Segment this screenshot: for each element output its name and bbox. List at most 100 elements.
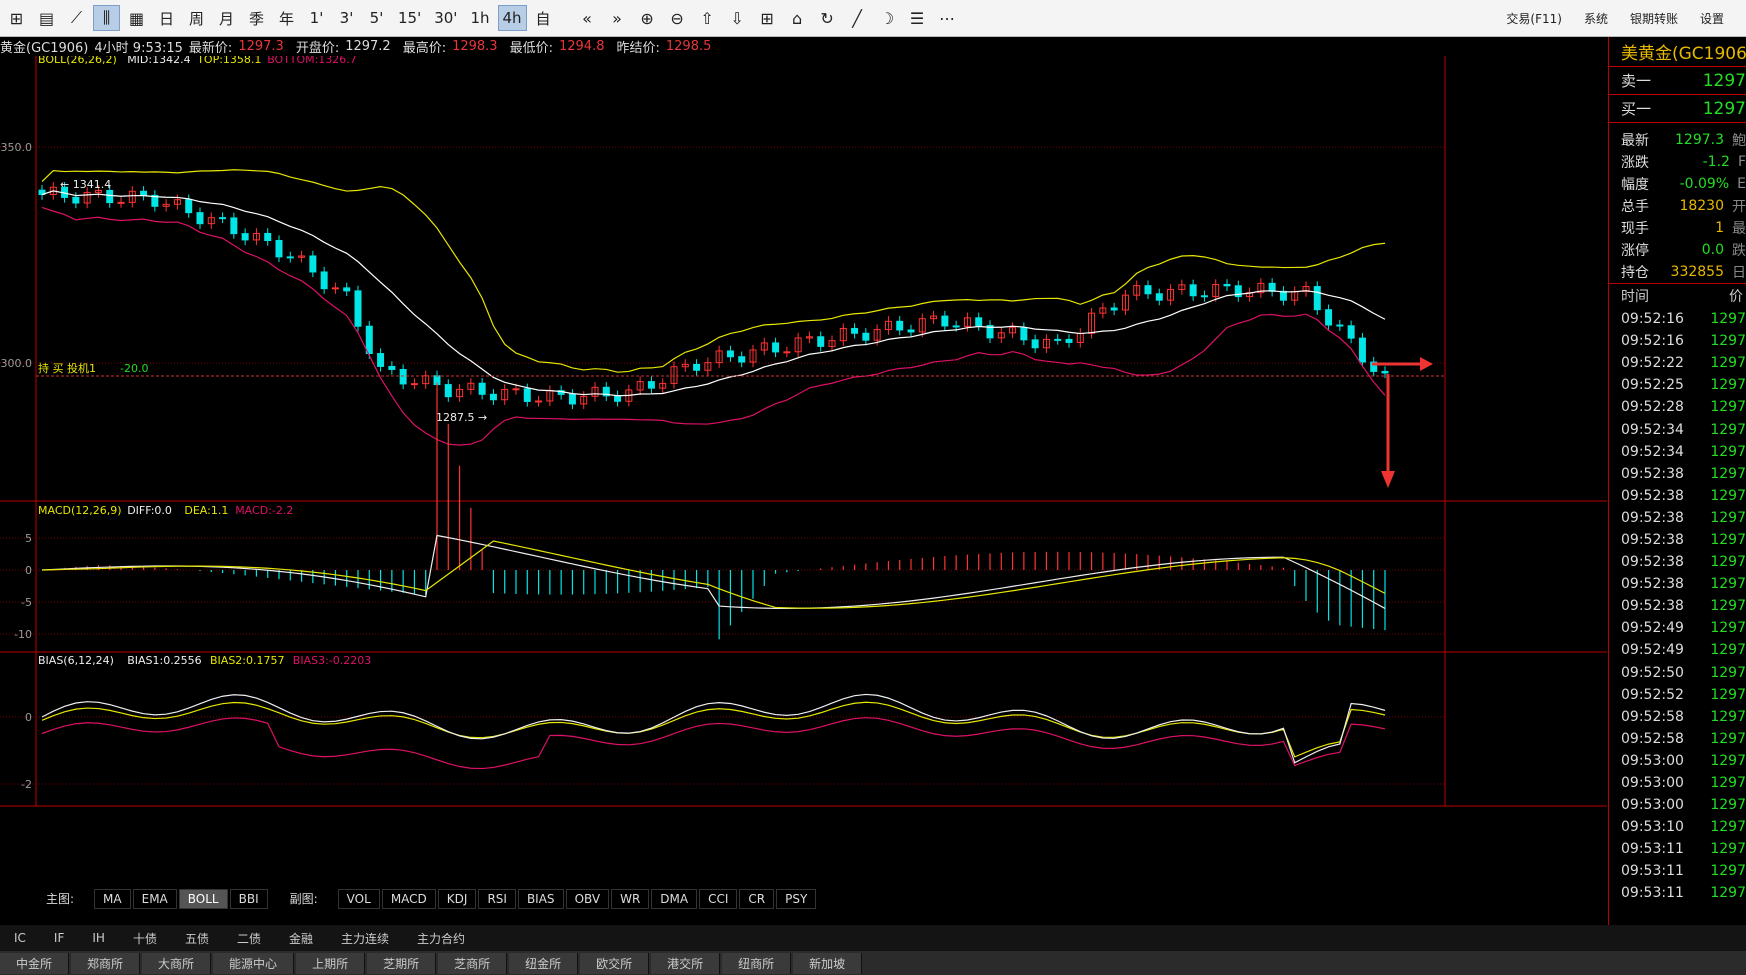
period-button-10[interactable]: 1h xyxy=(465,5,494,31)
kline-icon[interactable]: ⫼ xyxy=(93,5,120,31)
period-button-11[interactable]: 4h xyxy=(497,5,527,31)
tick-row[interactable]: 09:53:00 1297 xyxy=(1609,750,1746,772)
tick-row[interactable]: 09:52:58 1297 xyxy=(1609,706,1746,728)
line-chart-icon[interactable]: ⟋ xyxy=(63,5,90,31)
tick-row[interactable]: 09:52:50 1297 xyxy=(1609,662,1746,684)
tick-list[interactable]: 09:52:16 1297 09:52:16 1297 09:52:22 1297 09:5… xyxy=(1609,308,1746,905)
sub-tab-cr[interactable]: CR xyxy=(739,888,775,909)
tick-row[interactable]: 09:52:38 1297 xyxy=(1609,485,1746,507)
period-button-7[interactable]: 5' xyxy=(363,5,390,31)
sub-tab-cci[interactable]: CCI xyxy=(699,888,738,909)
tick-row[interactable]: 09:52:25 1297 xyxy=(1609,374,1746,396)
zoom-in-icon[interactable]: ⊕ xyxy=(634,5,661,31)
list-icon[interactable]: ☰ xyxy=(904,5,931,31)
market-tab-8[interactable]: 主力合约 xyxy=(403,930,479,947)
market-tab-6[interactable]: 金融 xyxy=(275,930,327,947)
market-tab-5[interactable]: 二债 xyxy=(223,930,275,947)
sub-tab-psy[interactable]: PSY xyxy=(776,888,817,909)
table-icon[interactable]: ▤ xyxy=(33,5,60,31)
market-tab-7[interactable]: 主力连续 xyxy=(327,930,403,947)
period-icon[interactable]: ▦ xyxy=(123,5,150,31)
tick-row[interactable]: 09:52:38 1297 xyxy=(1609,551,1746,573)
sub-tab-bias[interactable]: BIAS xyxy=(517,888,564,909)
sub-tab-dma[interactable]: DMA xyxy=(651,888,698,909)
tick-row[interactable]: 09:52:38 1297 xyxy=(1609,463,1746,485)
exchange-tab-0[interactable]: 中金所 xyxy=(0,952,70,974)
period-button-6[interactable]: 3' xyxy=(333,5,360,31)
draw-line-icon[interactable]: ╱ xyxy=(844,5,871,31)
candlestick-icon[interactable]: ⊞ xyxy=(3,5,30,31)
market-tab-2[interactable]: IH xyxy=(78,931,119,945)
period-button-2[interactable]: 月 xyxy=(213,5,240,31)
tick-row[interactable]: 09:52:16 1297 xyxy=(1609,330,1746,352)
toolbar-menu-0[interactable]: 交易(F11) xyxy=(1506,10,1562,27)
period-button-5[interactable]: 1' xyxy=(303,5,330,31)
tick-row[interactable]: 09:53:11 1297 xyxy=(1609,882,1746,904)
main-tab-ma[interactable]: MA xyxy=(94,888,131,909)
tick-row[interactable]: 09:52:38 1297 xyxy=(1609,595,1746,617)
period-button-0[interactable]: 日 xyxy=(153,5,180,31)
tick-row[interactable]: 09:53:00 1297 xyxy=(1609,772,1746,794)
period-button-9[interactable]: 30' xyxy=(429,5,462,31)
tick-row[interactable]: 09:52:28 1297 xyxy=(1609,396,1746,418)
tick-row[interactable]: 09:52:49 1297 xyxy=(1609,639,1746,661)
tick-row[interactable]: 09:52:49 1297 xyxy=(1609,617,1746,639)
grid-icon[interactable]: ⊞ xyxy=(754,5,781,31)
sub-tab-rsi[interactable]: RSI xyxy=(478,888,516,909)
tick-row[interactable]: 09:52:38 1297 xyxy=(1609,573,1746,595)
tick-row[interactable]: 09:53:10 1297 xyxy=(1609,816,1746,838)
sub-tab-obv[interactable]: OBV xyxy=(565,888,610,909)
tick-row[interactable]: 09:52:34 1297 xyxy=(1609,418,1746,440)
more-icon[interactable]: ⋯ xyxy=(934,5,961,31)
market-tab-0[interactable]: IC xyxy=(0,931,40,945)
tick-row[interactable]: 09:53:11 1297 xyxy=(1609,860,1746,882)
exchange-tab-2[interactable]: 大商所 xyxy=(142,952,212,974)
arrow-down-icon[interactable]: ⇩ xyxy=(724,5,751,31)
exchange-tab-4[interactable]: 上期所 xyxy=(296,952,366,974)
exchange-tab-11[interactable]: 新加坡 xyxy=(793,952,863,974)
double-left-icon[interactable]: « xyxy=(574,5,601,31)
chart-area[interactable]: 1350.0 1300.0 5 0 -5 -10 0 -2 BOLL(26,26,2) MID:1… xyxy=(0,56,1607,896)
period-button-4[interactable]: 年 xyxy=(273,5,300,31)
exchange-tab-9[interactable]: 港交所 xyxy=(651,952,721,974)
period-button-12[interactable]: 自 xyxy=(530,5,557,31)
sub-tab-kdj[interactable]: KDJ xyxy=(437,888,477,909)
market-tab-1[interactable]: IF xyxy=(40,931,78,945)
tick-row[interactable]: 09:52:58 1297 xyxy=(1609,728,1746,750)
exchange-tab-7[interactable]: 纽金所 xyxy=(509,952,579,974)
main-tab-bbi[interactable]: BBI xyxy=(229,888,268,909)
exchange-tab-1[interactable]: 郑商所 xyxy=(71,952,141,974)
exchange-tab-5[interactable]: 芝期所 xyxy=(367,952,437,974)
main-tab-boll[interactable]: BOLL xyxy=(178,888,228,909)
exchange-tab-3[interactable]: 能源中心 xyxy=(213,952,295,974)
exchange-tab-8[interactable]: 欧交所 xyxy=(580,952,650,974)
period-button-3[interactable]: 季 xyxy=(243,5,270,31)
tick-row[interactable]: 09:53:00 1297 xyxy=(1609,794,1746,816)
refresh-icon[interactable]: ↻ xyxy=(814,5,841,31)
toolbar-menu-2[interactable]: 银期转账 xyxy=(1630,10,1678,27)
tick-row[interactable]: 09:52:52 1297 xyxy=(1609,684,1746,706)
exchange-tab-10[interactable]: 纽商所 xyxy=(722,952,792,974)
zoom-out-icon[interactable]: ⊖ xyxy=(664,5,691,31)
market-tab-3[interactable]: 十债 xyxy=(119,930,171,947)
toolbar-menu-1[interactable]: 系统 xyxy=(1584,10,1608,27)
tick-row[interactable]: 09:52:38 1297 xyxy=(1609,507,1746,529)
kline-chart[interactable]: 1350.0 1300.0 5 0 -5 -10 0 -2 BOLL(26,26,2) MID:1… xyxy=(0,56,1607,888)
tick-row[interactable]: 09:52:38 1297 xyxy=(1609,529,1746,551)
period-button-8[interactable]: 15' xyxy=(393,5,426,31)
tick-row[interactable]: 09:53:11 1297 xyxy=(1609,838,1746,860)
market-tab-4[interactable]: 五债 xyxy=(171,930,223,947)
tick-row[interactable]: 09:52:16 1297 xyxy=(1609,308,1746,330)
sub-tab-wr[interactable]: WR xyxy=(611,888,650,909)
period-button-1[interactable]: 周 xyxy=(183,5,210,31)
sub-tab-vol[interactable]: VOL xyxy=(337,888,380,909)
tag-icon[interactable]: ⌂ xyxy=(784,5,811,31)
arrow-up-icon[interactable]: ⇧ xyxy=(694,5,721,31)
double-right-icon[interactable]: » xyxy=(604,5,631,31)
main-tab-ema[interactable]: EMA xyxy=(132,888,177,909)
tick-row[interactable]: 09:52:22 1297 xyxy=(1609,352,1746,374)
curve-icon[interactable]: ☽ xyxy=(874,5,901,31)
exchange-tab-6[interactable]: 芝商所 xyxy=(438,952,508,974)
sub-tab-macd[interactable]: MACD xyxy=(381,888,436,909)
tick-row[interactable]: 09:52:34 1297 xyxy=(1609,441,1746,463)
